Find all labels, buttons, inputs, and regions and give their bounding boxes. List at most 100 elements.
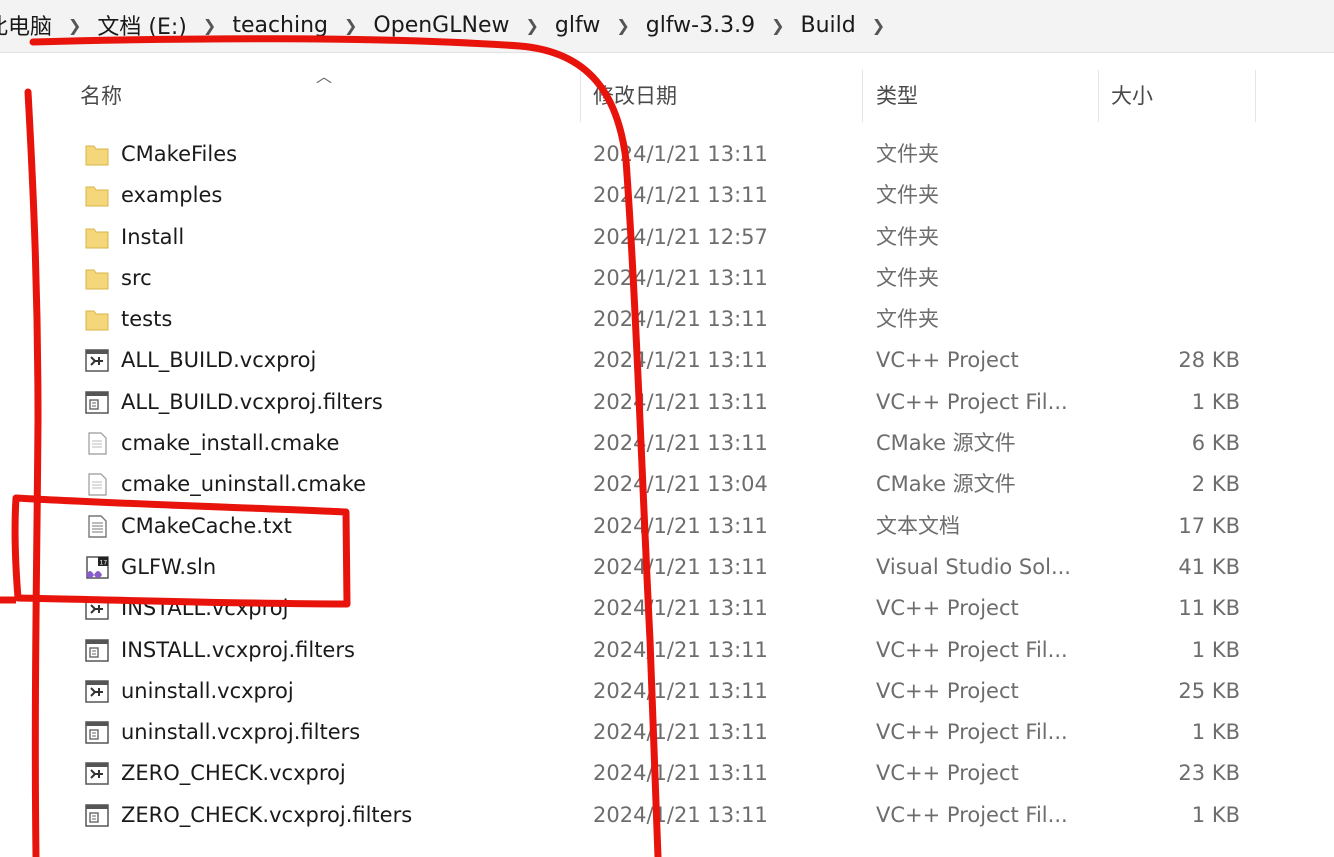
file-row[interactable]: ZERO_CHECK.vcxproj 2024/1/21 13:11 VC++ Pr… bbox=[0, 753, 1334, 794]
chevron-right-icon[interactable]: ❯ bbox=[862, 16, 895, 35]
column-divider[interactable] bbox=[1098, 70, 1099, 122]
file-name: cmake_uninstall.cmake bbox=[121, 472, 367, 497]
file-row[interactable]: cmake_install.cmake 2024/1/21 13:11 CMake … bbox=[0, 423, 1334, 464]
file-date: 2024/1/21 13:11 bbox=[593, 265, 768, 290]
file-size bbox=[1120, 299, 1240, 340]
file-name: ALL_BUILD.vcxproj bbox=[121, 348, 317, 373]
chevron-right-icon[interactable]: ❯ bbox=[193, 16, 226, 35]
breadcrumb-item-this-pc[interactable]: 此电脑 bbox=[0, 9, 58, 41]
file-date: 2024/1/21 13:11 bbox=[593, 761, 768, 786]
file-type: 文件夹 bbox=[876, 265, 939, 290]
file-size: 17 KB bbox=[1178, 513, 1240, 538]
file-row[interactable]: INSTALL.vcxproj.filters 2024/1/21 13:11 VC… bbox=[0, 630, 1334, 671]
column-header-row: 名称 修改日期 类型 大小 bbox=[0, 70, 1334, 122]
folder-icon bbox=[85, 186, 109, 207]
vcxproj-icon bbox=[85, 597, 109, 621]
file-row[interactable]: 17 GLFW.sln 2024/1/21 13:11 Visual Studio S… bbox=[0, 547, 1334, 588]
file-name: uninstall.vcxproj.filters bbox=[121, 720, 361, 745]
vcxproj-icon bbox=[85, 680, 109, 703]
file-row[interactable]: INSTALL.vcxproj 2024/1/21 13:11 VC++ Proje… bbox=[0, 588, 1334, 629]
file-type: VC++ Project bbox=[876, 761, 1019, 786]
file-name: uninstall.vcxproj bbox=[121, 678, 294, 703]
filters-icon bbox=[85, 638, 109, 662]
file-row[interactable]: tests 2024/1/21 13:11 文件夹 bbox=[0, 299, 1334, 340]
file-date: 2024/1/21 13:11 bbox=[593, 802, 768, 827]
breadcrumb-item-build[interactable]: Build bbox=[795, 13, 862, 38]
breadcrumb-item-openglnew[interactable]: OpenGLNew bbox=[367, 13, 515, 38]
file-date: 2024/1/21 13:11 bbox=[593, 142, 768, 166]
file-row[interactable]: ZERO_CHECK.vcxproj.filters 2024/1/21 13:1… bbox=[0, 795, 1334, 836]
column-divider[interactable] bbox=[580, 70, 581, 122]
file-row[interactable]: Install 2024/1/21 12:57 文件夹 bbox=[0, 217, 1334, 258]
column-header-size[interactable]: 大小 bbox=[1111, 70, 1153, 122]
file-size: 1 KB bbox=[1191, 720, 1240, 745]
file-type: 文件夹 bbox=[876, 224, 939, 249]
file-row[interactable]: CMakeCache.txt 2024/1/21 13:11 文本文档 17 KB bbox=[0, 506, 1334, 547]
column-divider[interactable] bbox=[862, 70, 863, 122]
chevron-right-icon[interactable]: ❯ bbox=[58, 16, 91, 35]
file-size: 23 KB bbox=[1178, 761, 1240, 786]
breadcrumb-item-glfw-version[interactable]: glfw-3.3.9 bbox=[640, 13, 761, 38]
file-size: 1 KB bbox=[1191, 389, 1240, 414]
file-type: VC++ Project Fil... bbox=[876, 389, 1068, 414]
breadcrumb-item-teaching[interactable]: teaching bbox=[226, 13, 334, 38]
chevron-right-icon[interactable]: ❯ bbox=[606, 16, 639, 35]
file-size: 25 KB bbox=[1178, 678, 1240, 703]
vcxproj-icon bbox=[85, 762, 109, 786]
file-type: VC++ Project bbox=[876, 678, 1019, 703]
file-type: 文件夹 bbox=[876, 142, 939, 166]
svg-text:17: 17 bbox=[100, 559, 108, 566]
file-row[interactable]: uninstall.vcxproj 2024/1/21 13:11 VC++ Pro… bbox=[0, 671, 1334, 712]
file-type: 文件夹 bbox=[876, 307, 939, 332]
file-name: GLFW.sln bbox=[121, 554, 217, 579]
address-bar[interactable]: 此电脑 ❯ 文档 (E:) ❯ teaching ❯ OpenGLNew ❯ g… bbox=[0, 0, 1334, 53]
file-row[interactable]: src 2024/1/21 13:11 文件夹 bbox=[0, 258, 1334, 299]
file-name: ZERO_CHECK.vcxproj bbox=[121, 761, 346, 786]
file-size bbox=[1120, 175, 1240, 216]
column-header-date[interactable]: 修改日期 bbox=[593, 70, 677, 122]
file-size: 2 KB bbox=[1191, 472, 1240, 497]
file-name: INSTALL.vcxproj bbox=[121, 596, 289, 621]
file-name: INSTALL.vcxproj.filters bbox=[121, 637, 355, 662]
file-row[interactable]: CMakeFiles 2024/1/21 13:11 文件夹 bbox=[0, 134, 1334, 175]
file-name: CMakeCache.txt bbox=[121, 513, 292, 538]
file-name: Install bbox=[121, 224, 185, 249]
filters-icon bbox=[85, 721, 109, 744]
file-type: VC++ Project bbox=[876, 348, 1019, 373]
file-name: ALL_BUILD.vcxproj.filters bbox=[121, 389, 383, 414]
column-divider[interactable] bbox=[1255, 70, 1256, 122]
vs-solution-icon: 17 bbox=[86, 556, 109, 579]
chevron-right-icon[interactable]: ❯ bbox=[334, 16, 367, 35]
breadcrumb-item-glfw[interactable]: glfw bbox=[549, 13, 606, 38]
file-name: tests bbox=[121, 307, 173, 332]
folder-icon bbox=[85, 228, 109, 249]
file-type: 文本文档 bbox=[876, 513, 960, 538]
file-date: 2024/1/21 13:11 bbox=[593, 307, 768, 332]
file-row[interactable]: cmake_uninstall.cmake 2024/1/21 13:04 CMak… bbox=[0, 464, 1334, 505]
chevron-right-icon[interactable]: ❯ bbox=[761, 16, 794, 35]
column-header-name[interactable]: 名称 bbox=[80, 70, 122, 122]
text-file-icon bbox=[88, 514, 107, 538]
file-list: CMakeFiles 2024/1/21 13:11 文件夹 examples 202… bbox=[0, 134, 1334, 836]
cmake-file-icon bbox=[88, 473, 107, 496]
column-header-type[interactable]: 类型 bbox=[876, 70, 918, 122]
file-name: examples bbox=[121, 183, 223, 208]
vcxproj-icon bbox=[85, 349, 109, 373]
breadcrumb: 此电脑 ❯ 文档 (E:) ❯ teaching ❯ OpenGLNew ❯ g… bbox=[0, 8, 895, 42]
filters-icon bbox=[85, 804, 109, 827]
file-date: 2024/1/21 13:11 bbox=[593, 637, 768, 662]
file-row[interactable]: examples 2024/1/21 13:11 文件夹 bbox=[0, 175, 1334, 216]
file-row[interactable]: ALL_BUILD.vcxproj 2024/1/21 13:11 VC++ Pro… bbox=[0, 340, 1334, 381]
file-date: 2024/1/21 13:11 bbox=[593, 554, 768, 579]
breadcrumb-item-drive[interactable]: 文档 (E:) bbox=[91, 9, 192, 41]
file-row[interactable]: uninstall.vcxproj.filters 2024/1/21 13:11… bbox=[0, 712, 1334, 753]
file-date: 2024/1/21 13:11 bbox=[593, 183, 768, 208]
file-size: 28 KB bbox=[1178, 348, 1240, 373]
file-name: CMakeFiles bbox=[121, 142, 238, 166]
file-name: src bbox=[121, 265, 152, 290]
folder-icon bbox=[85, 310, 109, 331]
file-size: 1 KB bbox=[1191, 802, 1240, 827]
file-date: 2024/1/21 13:11 bbox=[593, 513, 768, 538]
chevron-right-icon[interactable]: ❯ bbox=[515, 16, 548, 35]
file-row[interactable]: ALL_BUILD.vcxproj.filters 2024/1/21 13:11… bbox=[0, 382, 1334, 423]
